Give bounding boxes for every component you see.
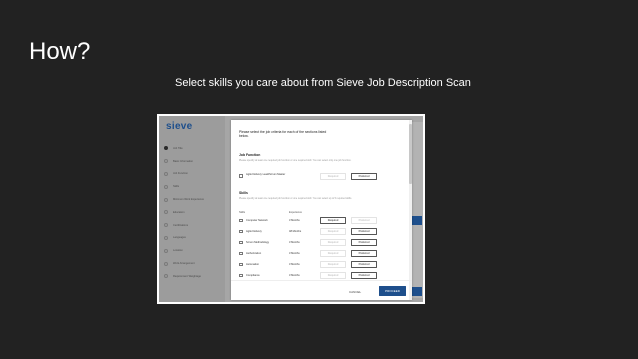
- preferred-button[interactable]: Preferred: [351, 173, 377, 180]
- skill-name: Compliance: [246, 274, 260, 277]
- step-indicator-icon: [164, 261, 168, 266]
- sidebar-item[interactable]: Job Function: [159, 168, 225, 181]
- skill-checkbox[interactable]: [239, 218, 243, 223]
- preferred-button[interactable]: Preferred: [351, 250, 377, 257]
- skill-experience: 3 Months: [289, 263, 300, 266]
- sidebar: sieve Job Title Basic Information Job Func…: [159, 116, 225, 302]
- skill-experience: 3 Months: [289, 274, 300, 277]
- sidebar-item-label: Certifications: [173, 223, 188, 227]
- preferred-button[interactable]: Preferred: [351, 217, 377, 224]
- required-button[interactable]: Required: [320, 173, 346, 180]
- skill-checkbox[interactable]: [239, 262, 243, 267]
- preferred-button[interactable]: Preferred: [351, 261, 377, 268]
- skills-heading: Skills: [239, 191, 248, 195]
- skill-experience: 3 Months: [289, 252, 300, 255]
- step-indicator-icon: [164, 171, 168, 176]
- sidebar-item-label: Job Function: [173, 172, 188, 176]
- preferred-button[interactable]: Preferred: [351, 272, 377, 279]
- sieve-logo: sieve: [166, 121, 193, 132]
- right-panel: [412, 122, 423, 298]
- preferred-button[interactable]: Preferred: [351, 228, 377, 235]
- required-button[interactable]: Required: [320, 217, 346, 224]
- sidebar-item-label: Languages: [173, 236, 186, 240]
- step-indicator-icon: [164, 274, 168, 279]
- skill-experience: 3 Months: [289, 241, 300, 244]
- background-button[interactable]: [412, 216, 422, 225]
- step-indicator-icon: [164, 184, 168, 189]
- sidebar-item-label: Minimum Work Experience: [173, 198, 204, 202]
- sidebar-item-label: Education: [173, 210, 185, 214]
- job-function-helper: Please specify at least one required job…: [239, 159, 352, 162]
- step-indicator-icon: [164, 235, 168, 240]
- sidebar-nav: Job Title Basic Information Job Function Sk…: [159, 142, 225, 283]
- sidebar-item[interactable]: Skills: [159, 180, 225, 193]
- job-function-checkbox[interactable]: [239, 174, 243, 178]
- skill-checkbox[interactable]: [239, 240, 243, 245]
- sidebar-item[interactable]: Languages: [159, 232, 225, 245]
- sidebar-item-label: Location: [173, 249, 183, 253]
- job-function-heading: Job Function: [239, 153, 261, 157]
- slide-subtitle: Select skills you care about from Sieve …: [175, 77, 471, 89]
- sidebar-item[interactable]: Basic Information: [159, 155, 225, 168]
- skill-checkbox[interactable]: [239, 229, 243, 234]
- step-indicator-icon: [164, 248, 168, 253]
- required-button[interactable]: Required: [320, 272, 346, 279]
- skill-checkbox[interactable]: [239, 251, 243, 256]
- required-button[interactable]: Required: [320, 261, 346, 268]
- skill-name: Computer Network: [246, 219, 268, 222]
- skill-name: Authorization: [246, 252, 262, 255]
- sidebar-item-label: Requirement Weightage: [173, 274, 201, 278]
- sidebar-item[interactable]: Requirement Weightage: [159, 270, 225, 283]
- proceed-button[interactable]: PROCEED: [379, 286, 406, 296]
- modal-footer: CANCEL PROCEED: [231, 280, 412, 301]
- modal-scrollbar-thumb[interactable]: [409, 124, 412, 184]
- required-button[interactable]: Required: [320, 250, 346, 257]
- sidebar-item[interactable]: Minimum Work Experience: [159, 193, 225, 206]
- required-button[interactable]: Required: [320, 228, 346, 235]
- sidebar-item[interactable]: Education: [159, 206, 225, 219]
- sidebar-item[interactable]: Job Title: [159, 142, 225, 155]
- job-criteria-modal: Please select the job criteria for each …: [231, 120, 412, 300]
- skills-column-header: Skills: [239, 211, 246, 214]
- sidebar-item-label: Skills: [173, 185, 180, 189]
- sidebar-item[interactable]: Certifications: [159, 219, 225, 232]
- step-indicator-icon: [164, 223, 168, 228]
- skill-checkbox[interactable]: [239, 273, 243, 278]
- slide-title: How?: [29, 38, 91, 65]
- sidebar-item-label: Basic Information: [173, 159, 194, 163]
- sidebar-item-label: Work Arrangement: [173, 262, 195, 266]
- experience-column-header: Experience: [289, 211, 302, 214]
- step-indicator-icon: [164, 210, 168, 215]
- skill-name: Automation: [246, 263, 260, 266]
- modal-intro: Please select the job criteria for each …: [239, 130, 327, 139]
- skill-name: Scrum Methodology: [246, 241, 270, 244]
- screenshot-frame: sieve Job Title Basic Information Job Func…: [157, 114, 425, 304]
- skill-name: Agile Delivery: [246, 230, 262, 233]
- sidebar-item-label: Job Title: [173, 146, 183, 150]
- required-button[interactable]: Required: [320, 239, 346, 246]
- background-button-bottom[interactable]: [412, 287, 422, 296]
- skill-experience: 48 Months: [289, 230, 302, 233]
- preferred-button[interactable]: Preferred: [351, 239, 377, 246]
- app-window: sieve Job Title Basic Information Job Func…: [159, 116, 423, 302]
- cancel-button[interactable]: CANCEL: [349, 290, 361, 294]
- sidebar-item[interactable]: Work Arrangement: [159, 257, 225, 270]
- step-indicator-icon: [164, 197, 168, 202]
- step-indicator-icon: [164, 159, 168, 164]
- job-function-label: Agile Delivery Lead/Scrum Master: [246, 173, 286, 176]
- skills-helper: Please specify at least one required job…: [239, 197, 352, 200]
- sidebar-item[interactable]: Location: [159, 244, 225, 257]
- modal-scrollbar[interactable]: [409, 120, 412, 300]
- step-indicator-icon: [164, 146, 168, 151]
- skill-experience: 3 Months: [289, 219, 300, 222]
